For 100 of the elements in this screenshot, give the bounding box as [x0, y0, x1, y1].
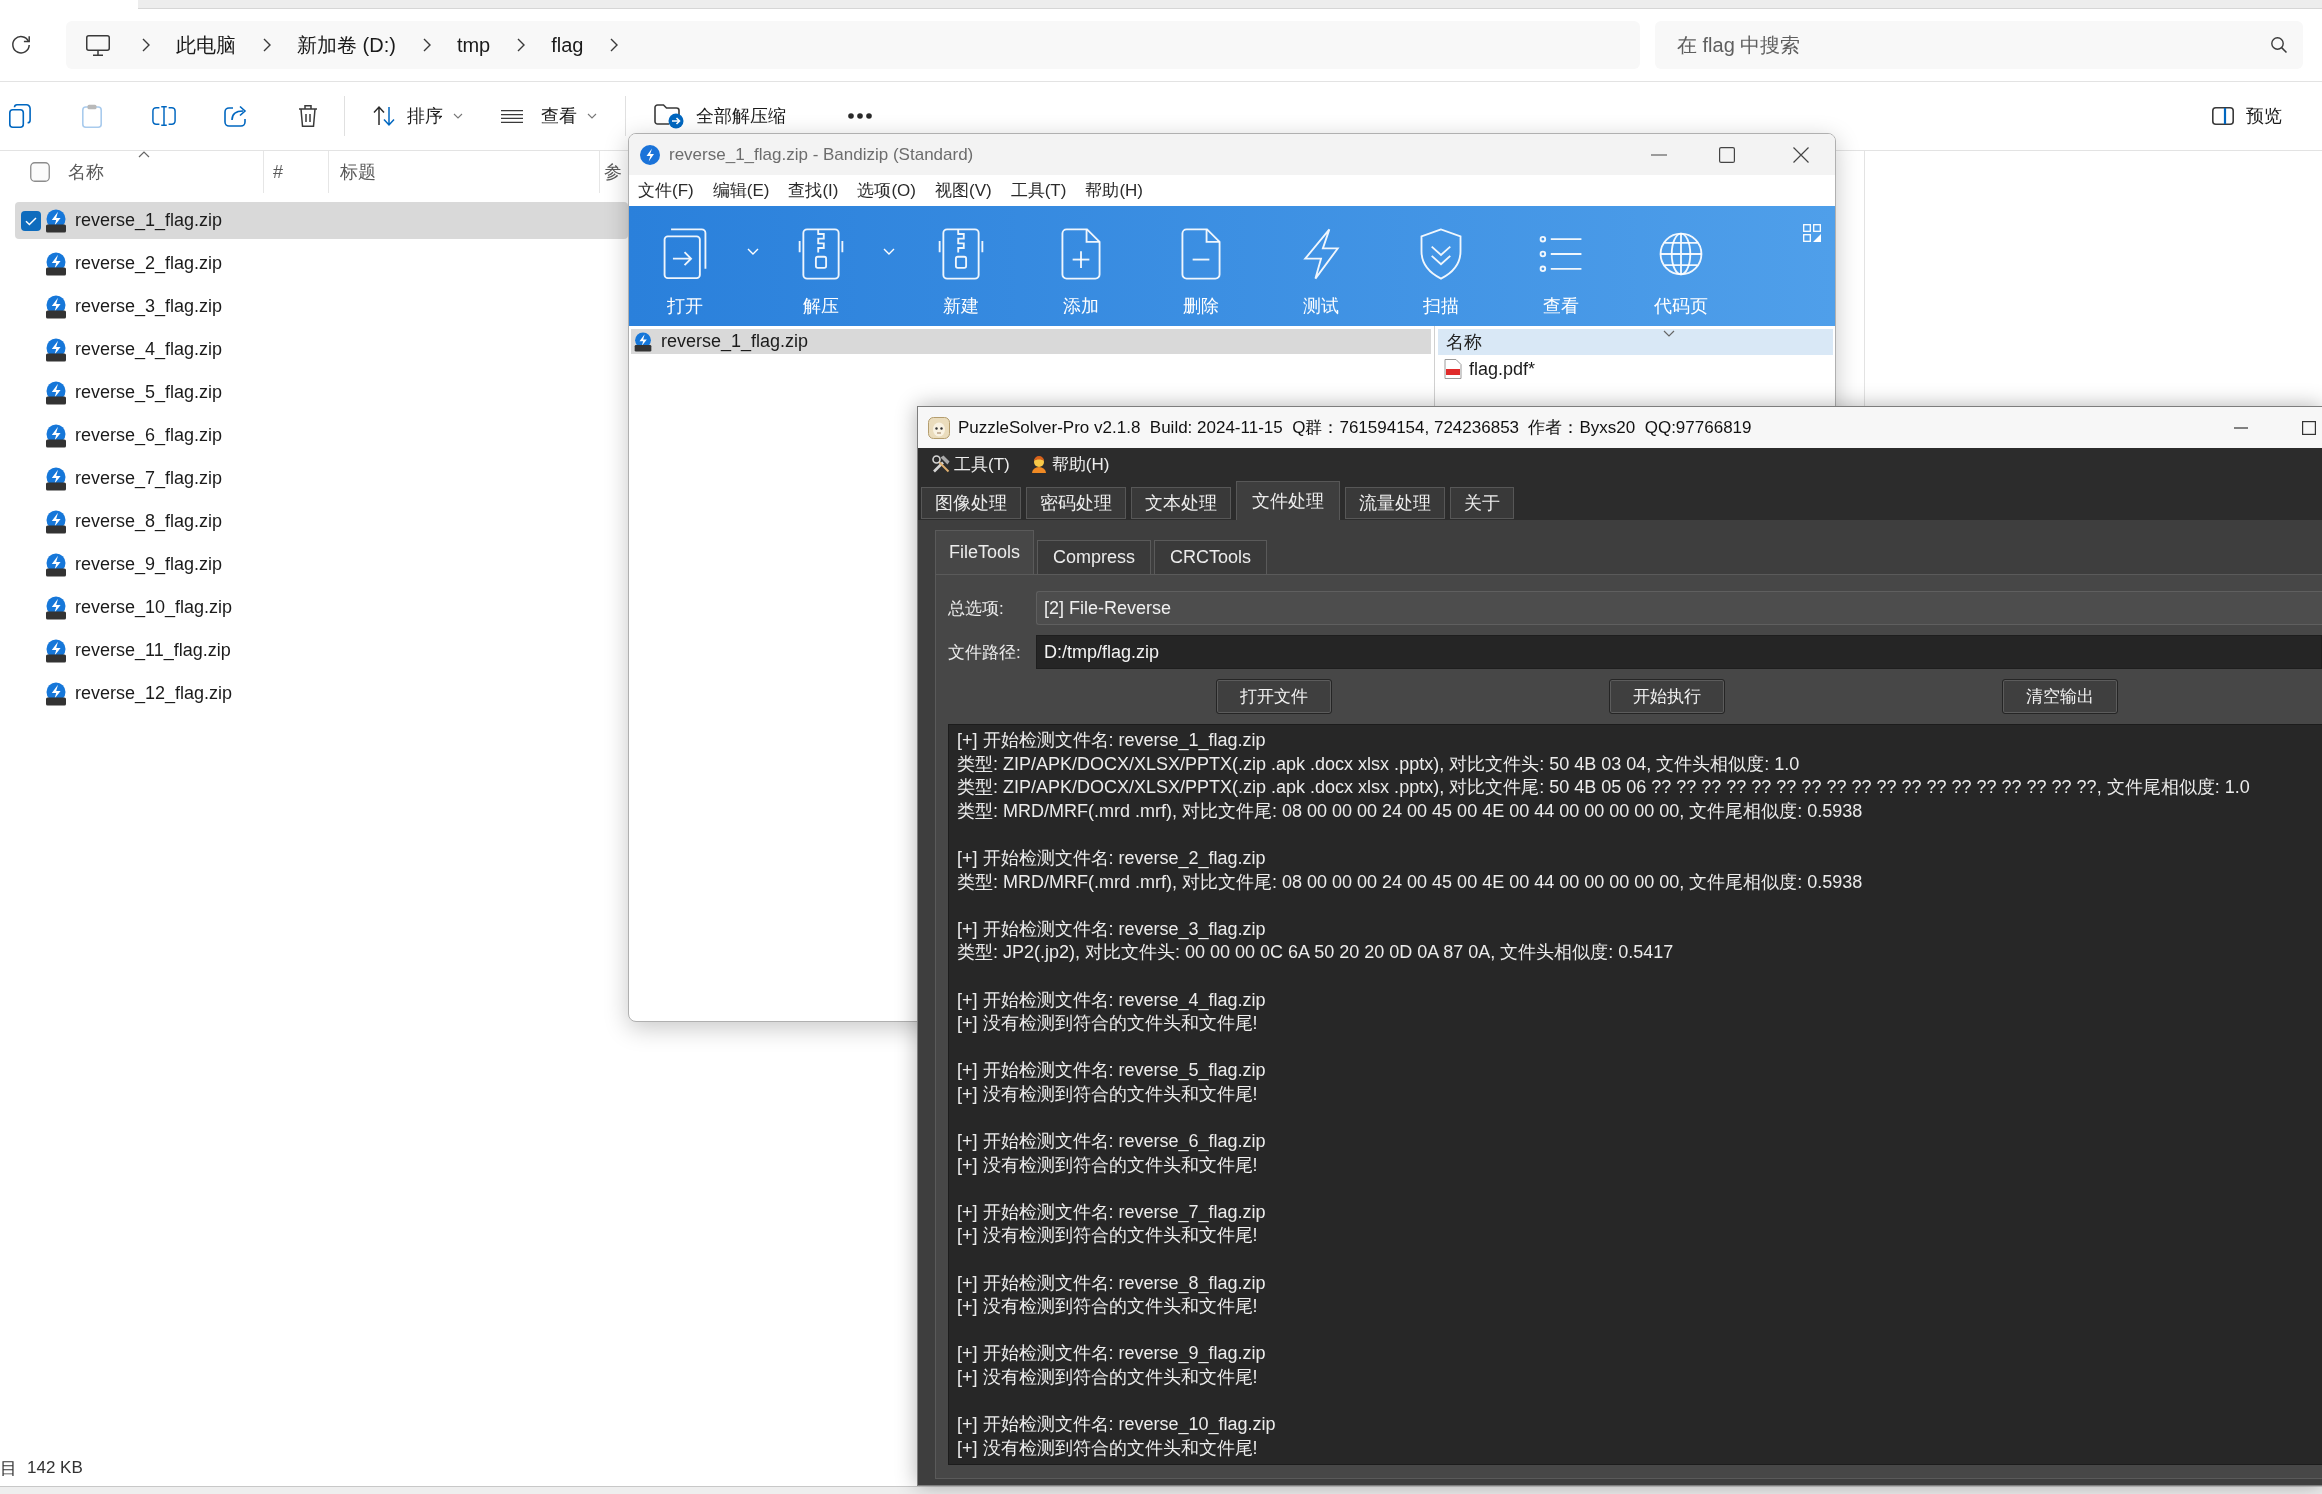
- select-all-checkbox[interactable]: [30, 162, 50, 182]
- log-line: [+] 开始检测文件名: reverse_7_flag.zip: [957, 1200, 1266, 1225]
- checkbox-icon[interactable]: [21, 210, 41, 231]
- chevron-down-icon[interactable]: [747, 248, 759, 255]
- action-button[interactable]: 打开文件: [1216, 679, 1332, 714]
- toolbar-button[interactable]: 添加: [1021, 206, 1141, 326]
- search-icon: [2271, 37, 2287, 53]
- zip-file-icon: [44, 337, 68, 362]
- log-line: [+] 没有检测到符合的文件头和文件尾!: [957, 1436, 1258, 1460]
- toolbar-button[interactable]: 解压: [765, 206, 901, 326]
- breadcrumb-item[interactable]: 新加卷 (D:): [297, 31, 396, 59]
- file-item[interactable]: reverse_3_flag.zip: [15, 288, 229, 325]
- tab[interactable]: 图像处理: [921, 487, 1021, 519]
- file-item[interactable]: reverse_8_flag.zip: [15, 503, 229, 540]
- chevron-icon[interactable]: [263, 38, 271, 52]
- refresh-icon[interactable]: [11, 35, 31, 55]
- menu-item[interactable]: 选项(O): [856, 177, 917, 204]
- status-text: 目: [0, 1457, 17, 1480]
- status-size: 142 KB: [27, 1458, 83, 1478]
- search-field[interactable]: 在 flag 中搜索: [1655, 21, 2303, 69]
- address-bar[interactable]: 此电脑 新加卷 (D:) tmp flag: [66, 21, 1640, 69]
- menu-item[interactable]: 查找(I): [787, 177, 840, 204]
- column-header[interactable]: 名称: [68, 160, 104, 184]
- menu-item[interactable]: 帮助(H): [1084, 177, 1144, 204]
- column-header[interactable]: 参: [604, 160, 622, 184]
- share-icon[interactable]: [224, 104, 248, 128]
- column-header[interactable]: #: [273, 161, 283, 183]
- zip-file-icon: [44, 552, 68, 577]
- file-item[interactable]: reverse_6_flag.zip: [15, 417, 229, 454]
- breadcrumb-item[interactable]: 此电脑: [176, 31, 236, 59]
- tab[interactable]: 流量处理: [1345, 487, 1445, 519]
- archive-item[interactable]: reverse_1_flag.zip: [631, 329, 1431, 354]
- lines-icon: [501, 109, 523, 123]
- menu-item[interactable]: 工具(T): [932, 452, 1010, 476]
- file-item[interactable]: reverse_9_flag.zip: [15, 546, 229, 583]
- log-line: 类型: MRD/MRF(.mrd .mrf), 对比文件尾: 08 00 00 00 24 00 45 00 4E 00 44 00 00 00 00 00, 文件尾相似度: 0.5938: [957, 799, 1863, 823]
- chevron-icon[interactable]: [422, 38, 431, 52]
- chevron-down-icon[interactable]: [883, 248, 895, 255]
- log-line: [+] 没有检测到符合的文件头和文件尾!: [957, 1366, 1258, 1390]
- sort-button[interactable]: 排序: [363, 96, 473, 136]
- dropdown[interactable]: [2] File-Reverse: [1036, 591, 2322, 625]
- toolbar-button[interactable]: 新建: [901, 206, 1021, 326]
- file-item[interactable]: reverse_4_flag.zip: [15, 331, 229, 368]
- menu-item[interactable]: 编辑(E): [711, 177, 771, 204]
- file-item[interactable]: reverse_11_flag.zip: [15, 632, 237, 669]
- file-item[interactable]: reverse_1_flag.zip: [15, 202, 628, 239]
- log-line: 类型: MRD/MRF(.mrd .mrf), 对比文件尾: 08 00 00 00 24 00 45 00 4E 00 44 00 00 00 00 00, 文件尾相似度: 0.5938: [957, 870, 1863, 894]
- chevron-icon[interactable]: [517, 38, 526, 52]
- copy-icon[interactable]: [8, 104, 32, 128]
- tab[interactable]: 文本处理: [1131, 487, 1231, 519]
- action-button[interactable]: 开始执行: [1609, 679, 1725, 714]
- log-line: [+] 没有检测到符合的文件头和文件尾!: [957, 1153, 1258, 1177]
- maximize-icon[interactable]: [1719, 146, 1735, 163]
- file-item[interactable]: flag.pdf*: [1444, 355, 1540, 383]
- folder-icon: [654, 103, 684, 129]
- tab[interactable]: 密码处理: [1026, 487, 1126, 519]
- grid-icon[interactable]: [1803, 224, 1821, 242]
- column-header[interactable]: 标题: [340, 160, 376, 184]
- zip-file-icon: [44, 681, 68, 706]
- toolbar-button[interactable]: 打开: [629, 206, 765, 326]
- view-button[interactable]: 查看: [491, 96, 607, 136]
- monitor-icon[interactable]: [86, 34, 110, 56]
- file-item[interactable]: reverse_12_flag.zip: [15, 675, 239, 712]
- chevron-icon[interactable]: [142, 38, 150, 52]
- path-field[interactable]: D:/tmp/flag.zip: [1036, 635, 2322, 669]
- zip-file-icon: [44, 251, 68, 276]
- menu-item[interactable]: 帮助(H): [1029, 452, 1110, 476]
- file-item[interactable]: reverse_5_flag.zip: [15, 374, 229, 411]
- zip-file-icon: [44, 294, 68, 319]
- up-down-arrows-icon: [373, 106, 395, 126]
- file-item[interactable]: reverse_2_flag.zip: [15, 245, 229, 282]
- extract-all-button[interactable]: 全部解压缩: [644, 95, 796, 137]
- more-icon[interactable]: [848, 113, 872, 119]
- trash-icon[interactable]: [296, 104, 320, 128]
- tab[interactable]: Compress: [1037, 540, 1152, 574]
- preview-button[interactable]: 预览: [2202, 96, 2292, 136]
- file-item[interactable]: reverse_7_flag.zip: [15, 460, 229, 497]
- tab[interactable]: 文件处理: [1236, 481, 1340, 520]
- zipper-document-icon: [938, 228, 984, 280]
- breadcrumb-item[interactable]: tmp: [456, 33, 491, 57]
- zip-file-icon: [44, 509, 68, 534]
- menu-item[interactable]: 工具(T): [1009, 177, 1068, 204]
- maximize-icon[interactable]: [2302, 420, 2316, 435]
- tab[interactable]: 关于: [1450, 487, 1514, 519]
- tab[interactable]: FileTools: [935, 530, 1035, 574]
- menu-item[interactable]: 视图(V): [934, 177, 993, 204]
- file-item[interactable]: reverse_10_flag.zip: [15, 589, 239, 626]
- tab[interactable]: CRCTools: [1154, 540, 1268, 574]
- log-line: [+] 没有检测到符合的文件头和文件尾!: [957, 1012, 1258, 1036]
- breadcrumb-item[interactable]: flag: [551, 33, 584, 57]
- close-icon[interactable]: [1793, 146, 1809, 163]
- menu-item[interactable]: 文件(F): [637, 177, 695, 204]
- column-header[interactable]: 名称: [1438, 329, 1833, 355]
- log-line: [+] 没有检测到符合的文件头和文件尾!: [957, 1224, 1258, 1248]
- chevron-icon[interactable]: [610, 38, 619, 52]
- zipper-document-icon: [798, 228, 844, 280]
- minimize-icon[interactable]: [2234, 426, 2248, 429]
- action-button[interactable]: 清空输出: [2002, 679, 2118, 714]
- tools-icon: [932, 455, 950, 473]
- text-cursor-icon[interactable]: [152, 104, 176, 128]
